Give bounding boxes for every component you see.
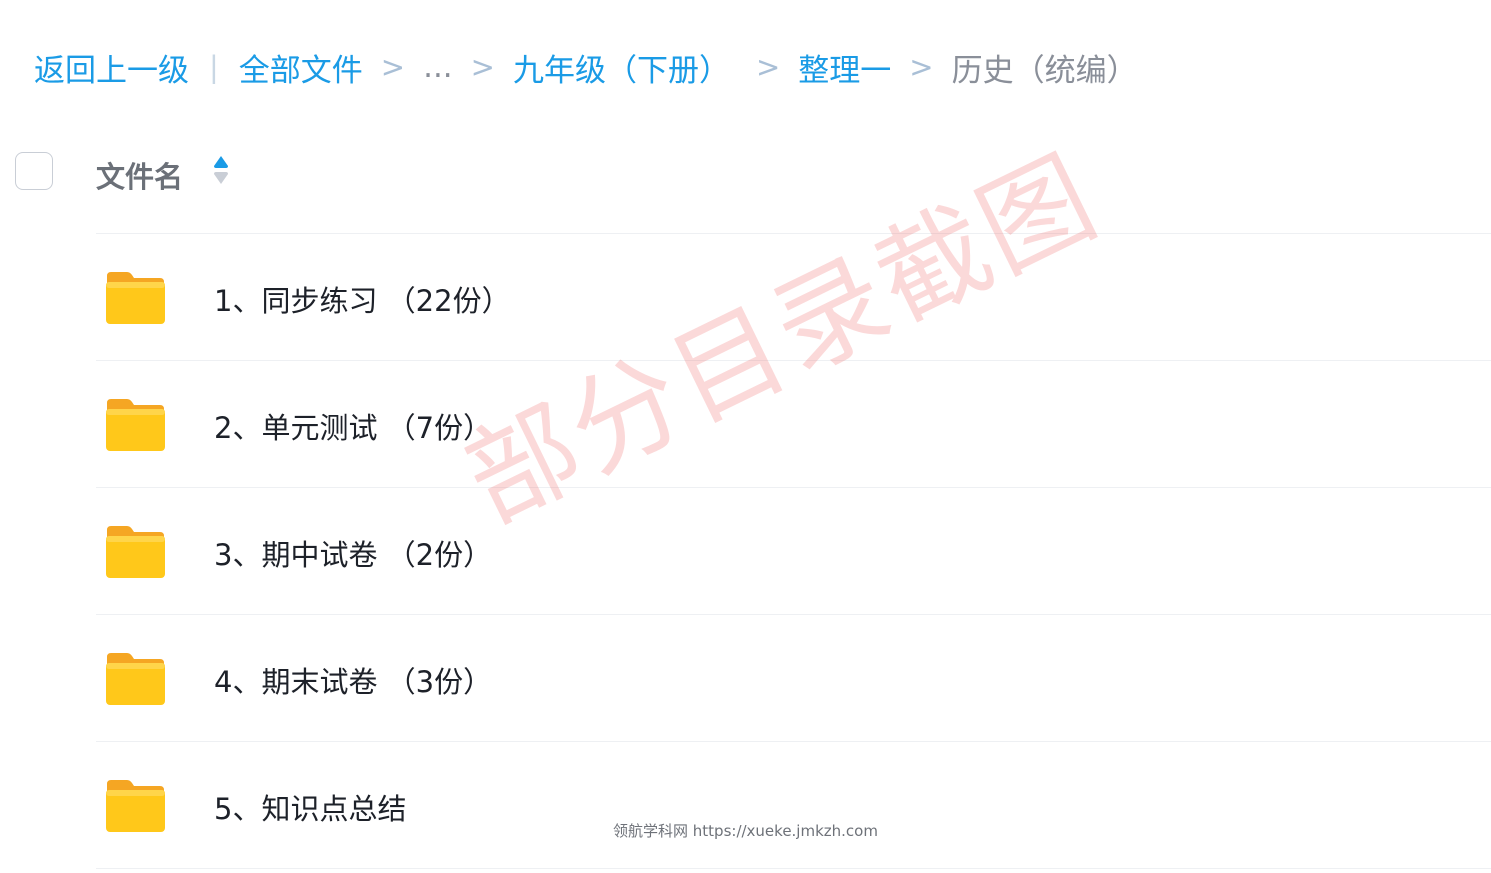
folder-icon xyxy=(106,653,165,705)
folder-icon xyxy=(106,272,165,324)
breadcrumb-all-files[interactable]: 全部文件 xyxy=(239,45,363,90)
folder-icon xyxy=(106,399,165,451)
sort-icon[interactable] xyxy=(211,154,231,186)
breadcrumb-collection[interactable]: 整理一 xyxy=(798,45,891,90)
breadcrumb-separator: > xyxy=(755,50,781,84)
breadcrumb-divider: | xyxy=(209,50,219,84)
breadcrumb-separator: > xyxy=(380,50,406,84)
list-item[interactable]: 2、单元测试 （7份） xyxy=(96,361,1491,488)
list-item[interactable]: 3、期中试卷 （2份） xyxy=(96,488,1491,615)
breadcrumb-current: 历史（统编） xyxy=(951,52,1138,89)
breadcrumb-separator: > xyxy=(470,50,495,84)
breadcrumb-ellipsis[interactable]: ... xyxy=(423,49,453,85)
folder-name[interactable]: 2、单元测试 （7份） xyxy=(214,405,492,447)
breadcrumb: 返回上一级 | 全部文件 > ... > 九年级（下册） > 整理一 > 历史（… xyxy=(34,44,1138,90)
list-item[interactable]: 5、知识点总结 xyxy=(96,742,1491,869)
breadcrumb-grade-nine[interactable]: 九年级（下册） xyxy=(513,45,730,90)
list-item[interactable]: 1、同步练习 （22份） xyxy=(96,234,1491,361)
folder-icon xyxy=(106,526,165,578)
file-browser-page: 返回上一级 | 全部文件 > ... > 九年级（下册） > 整理一 > 历史（… xyxy=(0,0,1491,873)
select-all-checkbox[interactable] xyxy=(15,152,53,190)
breadcrumb-separator: > xyxy=(909,50,934,84)
list-header: 文件名 xyxy=(0,150,1491,196)
column-title-filename[interactable]: 文件名 xyxy=(96,154,183,196)
back-link[interactable]: 返回上一级 xyxy=(34,45,189,90)
footer-note: 领航学科网 https://xueke.jmkzh.com xyxy=(613,822,878,840)
list-item[interactable]: 4、期末试卷 （3份） xyxy=(96,615,1491,742)
folder-name[interactable]: 3、期中试卷 （2份） xyxy=(214,532,492,574)
folder-name[interactable]: 4、期末试卷 （3份） xyxy=(214,659,492,701)
folder-name[interactable]: 1、同步练习 （22份） xyxy=(214,278,511,320)
